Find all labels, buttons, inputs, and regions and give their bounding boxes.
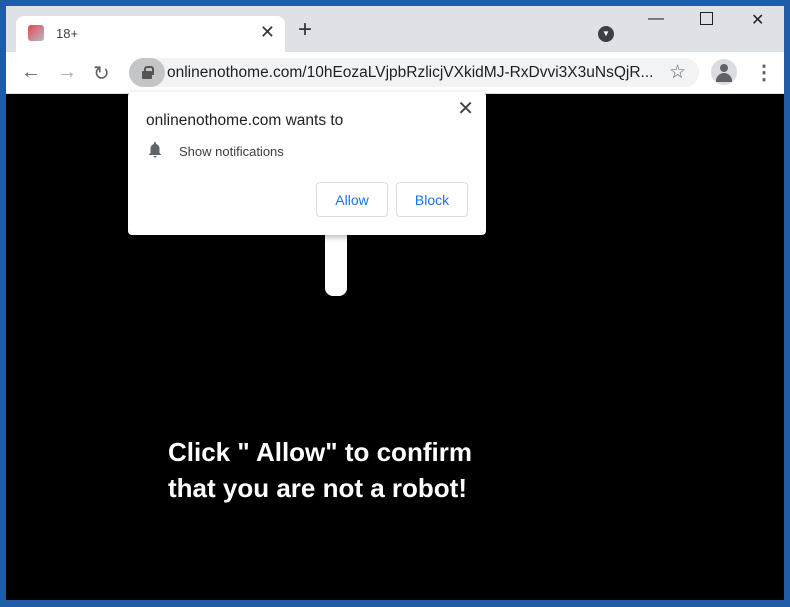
profile-avatar-icon[interactable] bbox=[711, 59, 737, 85]
tab-active[interactable]: 18+ ✕ bbox=[16, 16, 285, 52]
back-icon[interactable]: ← bbox=[21, 61, 41, 84]
message-line-1: Click " Allow" to confirm bbox=[168, 437, 472, 467]
url-text[interactable]: onlinenothome.com/10hEozaLVjpbRzlicjVXki… bbox=[167, 64, 653, 82]
address-bar[interactable]: onlinenothome.com/10hEozaLVjpbRzlicjVXki… bbox=[129, 58, 699, 87]
lock-icon[interactable] bbox=[129, 58, 165, 87]
tab-title: 18+ bbox=[56, 26, 79, 41]
browser-window: 18+ ✕ + ▼ — ✕ ← → ↻ onlinenothome.com/10… bbox=[6, 6, 784, 600]
media-control-icon[interactable]: ▼ bbox=[598, 26, 614, 42]
new-tab-button[interactable]: + bbox=[298, 18, 312, 42]
block-button[interactable]: Block bbox=[396, 182, 468, 217]
menu-kebab-icon[interactable]: ⋮ bbox=[754, 60, 774, 85]
dialog-title: onlinenothome.com wants to bbox=[146, 112, 344, 129]
close-tab-icon[interactable]: ✕ bbox=[260, 22, 275, 43]
window-close-button[interactable]: ✕ bbox=[751, 10, 764, 30]
message-line-2: that you are not a robot! bbox=[168, 473, 467, 503]
minimize-button[interactable]: — bbox=[648, 10, 664, 28]
notification-permission-dialog: onlinenothome.com wants to ✕ Show notifi… bbox=[128, 92, 486, 235]
dialog-close-icon[interactable]: ✕ bbox=[457, 96, 474, 121]
robot-check-message: Click " Allow" to confirm that you are n… bbox=[168, 434, 472, 506]
tab-strip: 18+ ✕ + ▼ — ✕ bbox=[6, 6, 784, 52]
sign-stick bbox=[325, 235, 347, 296]
bookmark-star-icon[interactable]: ☆ bbox=[669, 61, 686, 84]
toolbar: ← → ↻ onlinenothome.com/10hEozaLVjpbRzli… bbox=[6, 52, 784, 94]
allow-button[interactable]: Allow bbox=[316, 182, 388, 217]
forward-icon[interactable]: → bbox=[57, 61, 77, 84]
favicon-icon bbox=[28, 25, 44, 41]
bell-icon bbox=[149, 142, 161, 158]
reload-icon[interactable]: ↻ bbox=[93, 61, 110, 86]
permission-label: Show notifications bbox=[179, 144, 284, 159]
maximize-button[interactable] bbox=[700, 12, 713, 25]
